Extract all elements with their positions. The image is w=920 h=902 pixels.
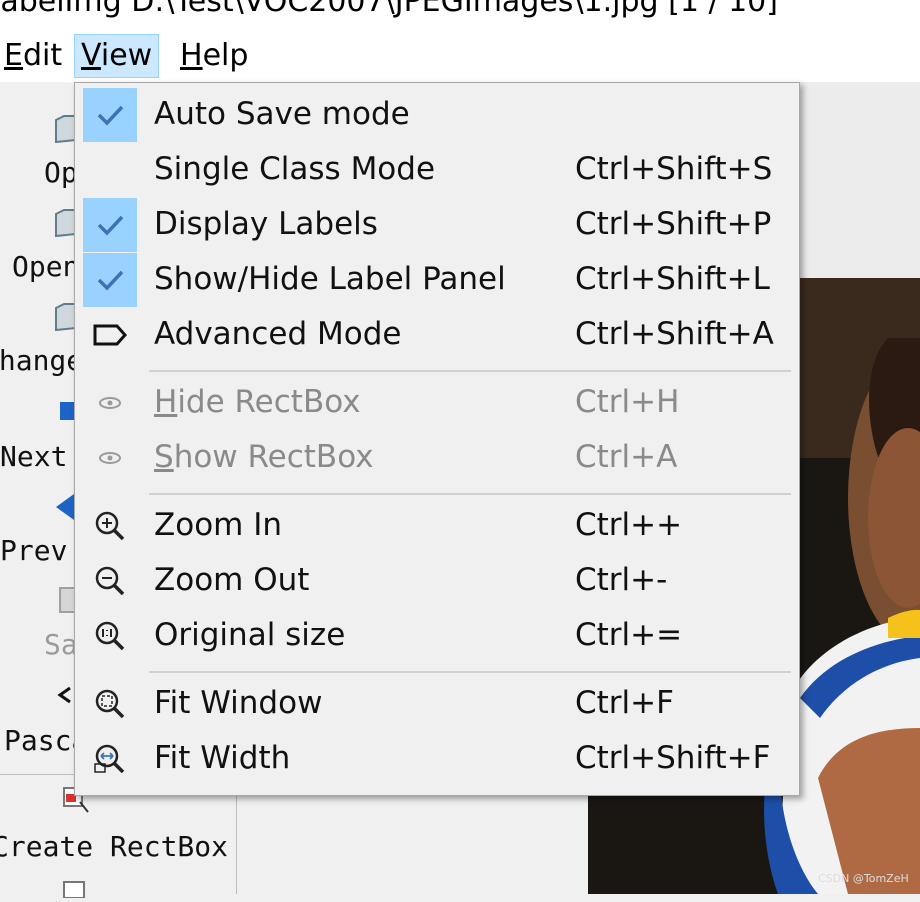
fit-width-icon bbox=[83, 732, 137, 786]
menu-item-original-size[interactable]: Original size Ctrl+= bbox=[75, 609, 799, 664]
menu-item-shortcut: Ctrl+A bbox=[575, 439, 678, 475]
menu-item-label: Zoom Out bbox=[154, 562, 310, 598]
zoom-in-icon bbox=[83, 499, 137, 553]
menu-item-advanced-mode[interactable]: Advanced Mode Ctrl+Shift+A bbox=[75, 308, 799, 363]
menu-item-mnemonic: S bbox=[154, 439, 174, 475]
menu-item-show-hide-label-panel[interactable]: Show/Hide Label Panel Ctrl+Shift+L bbox=[75, 253, 799, 308]
menu-item-label: Hide RectBox bbox=[154, 384, 361, 420]
menu-edit[interactable]: Edit bbox=[0, 34, 68, 78]
menu-view[interactable]: View bbox=[74, 34, 160, 78]
eye-icon bbox=[83, 376, 137, 430]
menu-item-display-labels[interactable]: Display Labels Ctrl+Shift+P bbox=[75, 198, 799, 253]
menu-item-fit-window[interactable]: Fit Window Ctrl+F bbox=[75, 677, 799, 732]
menu-separator bbox=[149, 370, 791, 372]
menu-item-label: Zoom In bbox=[154, 507, 283, 543]
menu-item-label: Single Class Mode bbox=[154, 151, 436, 187]
menu-item-show-rectbox[interactable]: Show RectBox Ctrl+A bbox=[75, 431, 799, 486]
menu-edit-rest: dit bbox=[22, 38, 63, 73]
menu-item-zoom-out[interactable]: Zoom Out Ctrl+- bbox=[75, 554, 799, 609]
check-icon bbox=[83, 88, 137, 142]
menu-item-shortcut: Ctrl+Shift+A bbox=[575, 316, 774, 352]
menu-item-label: Original size bbox=[154, 617, 346, 653]
label-tag-icon bbox=[83, 308, 137, 362]
view-menu-dropdown: Auto Save mode Single Class Mode Ctrl+Sh… bbox=[74, 82, 800, 796]
menu-item-label: Fit Window bbox=[154, 685, 323, 721]
menu-item-shortcut: Ctrl+H bbox=[575, 384, 680, 420]
menu-bar: Edit View Help bbox=[0, 30, 920, 82]
menu-item-shortcut: Ctrl+Shift+S bbox=[575, 151, 773, 187]
menu-help-rest: elp bbox=[202, 38, 249, 73]
menu-item-shortcut: Ctrl+F bbox=[575, 685, 674, 721]
title-bar: labelImg D:\Test\VOC2007\JPEGImages\1.jp… bbox=[0, 0, 920, 30]
menu-item-label: Display Labels bbox=[154, 206, 378, 242]
window-title: labelImg D:\Test\VOC2007\JPEGImages\1.jp… bbox=[0, 0, 778, 19]
menu-item-shortcut: Ctrl+Shift+L bbox=[575, 261, 770, 297]
edit-icon bbox=[62, 878, 90, 899]
menu-view-rest: iew bbox=[100, 38, 153, 73]
menu-help[interactable]: Help bbox=[174, 34, 254, 78]
menu-item-label: Fit Width bbox=[154, 740, 291, 776]
eye-icon bbox=[83, 431, 137, 485]
menu-view-mnemonic: V bbox=[81, 38, 101, 73]
tool-label: Create RectBox bbox=[0, 830, 229, 863]
menu-item-label-rest: how RectBox bbox=[173, 439, 374, 475]
menu-help-mnemonic: H bbox=[180, 38, 203, 73]
menu-item-single-class-mode[interactable]: Single Class Mode Ctrl+Shift+S bbox=[75, 143, 799, 198]
menu-item-zoom-in[interactable]: Zoom In Ctrl++ bbox=[75, 499, 799, 554]
menu-item-auto-save-mode[interactable]: Auto Save mode bbox=[75, 88, 799, 143]
menu-separator bbox=[149, 671, 791, 673]
menu-item-label: Auto Save mode bbox=[154, 96, 410, 132]
check-icon bbox=[83, 198, 137, 252]
check-icon bbox=[83, 253, 137, 307]
zoom-original-icon bbox=[83, 609, 137, 663]
fit-window-icon bbox=[83, 677, 137, 731]
menu-item-shortcut: Ctrl+- bbox=[575, 562, 668, 598]
menu-item-label: Show/Hide Label Panel bbox=[154, 261, 506, 297]
menu-item-hide-rectbox[interactable]: Hide RectBox Ctrl+H bbox=[75, 376, 799, 431]
menu-item-label: Show RectBox bbox=[154, 439, 374, 475]
menu-item-shortcut: Ctrl+Shift+P bbox=[575, 206, 772, 242]
menu-item-mnemonic: H bbox=[154, 384, 178, 420]
menu-edit-mnemonic: E bbox=[4, 38, 23, 73]
menu-item-shortcut: Ctrl++ bbox=[575, 507, 683, 543]
menu-item-label: Advanced Mode bbox=[154, 316, 402, 352]
watermark: CSDN @TomZeH bbox=[818, 872, 909, 885]
menu-item-shortcut: Ctrl+Shift+F bbox=[575, 740, 771, 776]
menu-item-fit-width[interactable]: Fit Width Ctrl+Shift+F bbox=[75, 732, 799, 787]
menu-item-shortcut: Ctrl+= bbox=[575, 617, 683, 653]
menu-separator bbox=[149, 493, 791, 495]
menu-item-label-rest: ide RectBox bbox=[177, 384, 361, 420]
zoom-out-icon bbox=[83, 554, 137, 608]
